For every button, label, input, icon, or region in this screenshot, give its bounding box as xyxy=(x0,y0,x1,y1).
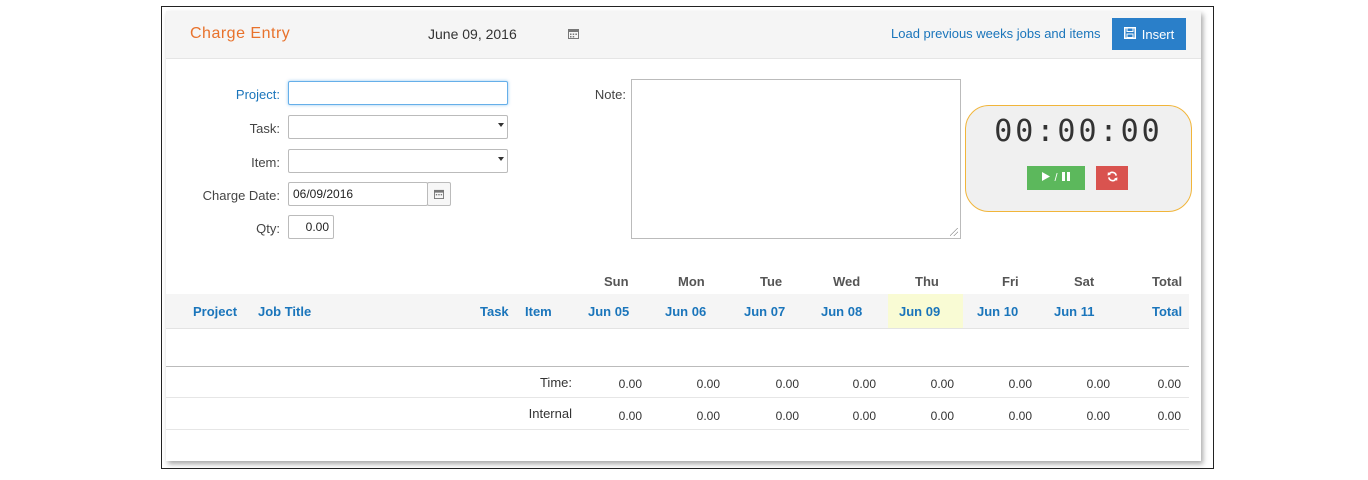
day-thu: Thu xyxy=(915,274,939,289)
load-previous-week-link[interactable]: Load previous weeks jobs and items xyxy=(891,26,1101,41)
charge-date-calendar-button[interactable] xyxy=(427,182,451,206)
panel-header: Charge Entry June 09, 2016 Load previous… xyxy=(166,11,1201,59)
note-label: Note: xyxy=(594,87,626,102)
total-cell: 0.00 xyxy=(1008,377,1032,391)
total-cell: 0.00 xyxy=(930,377,954,391)
panel-title: Charge Entry xyxy=(190,25,291,42)
day-fri: Fri xyxy=(1002,274,1019,289)
total-cell: 0.00 xyxy=(775,377,799,391)
item-label: Item: xyxy=(251,155,280,170)
col-date-sun[interactable]: Jun 05 xyxy=(588,304,629,319)
resize-grip-icon[interactable] xyxy=(950,228,958,236)
total-cell: 0.00 xyxy=(1086,377,1110,391)
total-cell: 0.00 xyxy=(696,377,720,391)
calendar-icon xyxy=(434,187,444,202)
project-input[interactable] xyxy=(288,81,508,105)
task-label: Task: xyxy=(249,121,280,136)
total-cell: 0.00 xyxy=(618,409,642,423)
col-item[interactable]: Item xyxy=(525,304,552,319)
col-task[interactable]: Task xyxy=(480,304,509,319)
day-wed: Wed xyxy=(833,274,861,289)
header-date[interactable]: June 09, 2016 xyxy=(428,26,517,42)
col-date-wed[interactable]: Jun 08 xyxy=(821,304,862,319)
day-sat: Sat xyxy=(1074,274,1095,289)
play-pause-separator: / xyxy=(1054,172,1058,184)
total-cell: 0.00 xyxy=(696,409,720,423)
charge-entry-panel: Charge Entry June 09, 2016 Load previous… xyxy=(166,11,1201,461)
col-job-title[interactable]: Job Title xyxy=(258,304,311,319)
day-sun: Sun xyxy=(604,274,629,289)
day-total: Total xyxy=(1152,274,1183,289)
total-cell: 0.00 xyxy=(1086,409,1110,423)
grid-header-row: Project Job Title Task Item Jun 05 Jun 0… xyxy=(166,294,1189,329)
play-pause-button[interactable]: / xyxy=(1027,166,1085,190)
note-textarea[interactable] xyxy=(631,79,961,239)
reset-timer-button[interactable] xyxy=(1096,166,1128,190)
col-date-thu[interactable]: Jun 09 xyxy=(899,304,940,319)
calendar-icon[interactable] xyxy=(568,27,579,42)
project-label: Project: xyxy=(235,87,280,102)
total-cell: 0.00 xyxy=(1157,409,1181,423)
charge-date-input[interactable] xyxy=(288,182,428,206)
save-icon xyxy=(1123,26,1136,42)
col-total[interactable]: Total xyxy=(1152,304,1182,319)
totals-row-label: Time: xyxy=(539,375,572,390)
col-date-tue[interactable]: Jun 07 xyxy=(744,304,785,319)
totals-row-label: Internal xyxy=(528,406,572,421)
pause-icon xyxy=(1061,172,1070,184)
total-cell: 0.00 xyxy=(775,409,799,423)
row-divider xyxy=(166,397,1189,398)
total-cell: 0.00 xyxy=(930,409,954,423)
item-select[interactable] xyxy=(288,149,508,173)
totals-divider xyxy=(166,366,1189,367)
col-date-fri[interactable]: Jun 10 xyxy=(977,304,1018,319)
total-cell: 0.00 xyxy=(852,409,876,423)
col-date-sat[interactable]: Jun 11 xyxy=(1054,304,1094,319)
col-date-mon[interactable]: Jun 06 xyxy=(665,304,706,319)
play-icon xyxy=(1042,172,1051,184)
timer-display: 00:00:00 xyxy=(994,114,1163,149)
dropdown-arrow-icon xyxy=(498,157,504,161)
total-cell: 0.00 xyxy=(1157,377,1181,391)
timer-widget: 00:00:00 / xyxy=(965,105,1192,212)
window-frame: Charge Entry June 09, 2016 Load previous… xyxy=(161,6,1214,469)
refresh-icon xyxy=(1107,171,1118,185)
day-tue: Tue xyxy=(760,274,783,289)
qty-input[interactable] xyxy=(288,215,334,239)
total-cell: 0.00 xyxy=(852,377,876,391)
task-select[interactable] xyxy=(288,115,508,139)
qty-label: Qty: xyxy=(256,221,280,236)
dropdown-arrow-icon xyxy=(498,123,504,127)
row-divider xyxy=(166,429,1189,430)
charge-date-label: Charge Date: xyxy=(202,188,280,203)
col-project[interactable]: Project xyxy=(193,304,237,319)
insert-button-label: Insert xyxy=(1141,26,1175,42)
insert-button[interactable]: Insert xyxy=(1112,18,1186,50)
day-mon: Mon xyxy=(678,274,705,289)
total-cell: 0.00 xyxy=(618,377,642,391)
total-cell: 0.00 xyxy=(1008,409,1032,423)
